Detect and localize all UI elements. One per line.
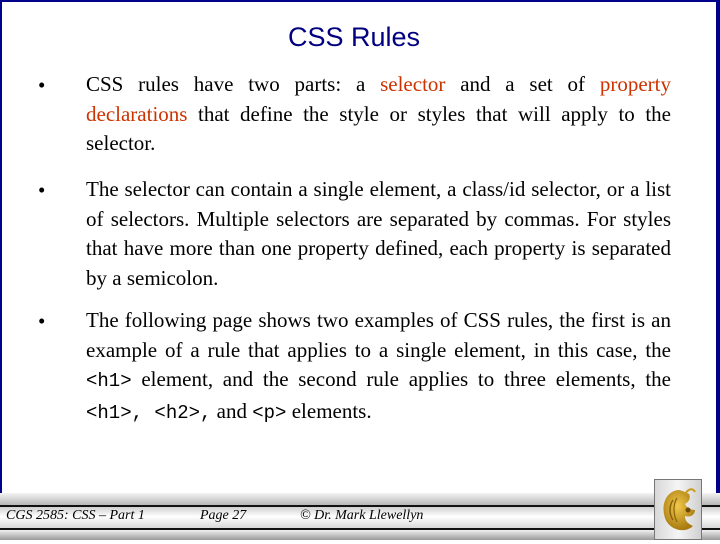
text-segment: The following page shows two examples of… <box>86 308 671 362</box>
text-segment: element, and the second rule applies to … <box>131 367 671 391</box>
text-segment: and <box>211 398 253 423</box>
footer-author: © Dr. Mark Llewellyn <box>300 508 424 523</box>
bullet-text-3: The following page shows two examples of… <box>86 306 671 428</box>
slide-title: CSS Rules <box>287 22 421 52</box>
text-segment: CSS rules have two parts: a <box>86 72 381 96</box>
code-snippet: <h1> <box>86 370 132 392</box>
text-segment: elements. <box>286 398 372 423</box>
ucf-pegasus-logo-icon <box>663 488 696 531</box>
logo-box <box>654 479 702 540</box>
footer-page-number: Page 27 <box>200 508 247 523</box>
bullet-text-2: The selector can contain a single elemen… <box>86 175 671 293</box>
bullet-marker-2: • <box>38 178 46 202</box>
highlighted-term: selector <box>380 72 446 96</box>
footer-band-bottom <box>0 530 720 540</box>
bullet-marker-3: • <box>38 309 46 333</box>
code-snippet: <h1>, <h2>, <box>86 401 212 424</box>
footer-bar: CGS 2585: CSS – Part 1 Page 27 © Dr. Mar… <box>0 493 720 540</box>
footer-band-top <box>0 493 720 505</box>
text-segment: The selector can contain a single elemen… <box>86 177 671 290</box>
footer-course: CGS 2585: CSS – Part 1 <box>6 508 145 523</box>
code-snippet: <p> <box>252 401 287 424</box>
text-segment: and a set of <box>445 72 600 96</box>
bullet-text-1: CSS rules have two parts: a selector and… <box>86 70 671 159</box>
bullet-marker-1: • <box>38 73 46 97</box>
